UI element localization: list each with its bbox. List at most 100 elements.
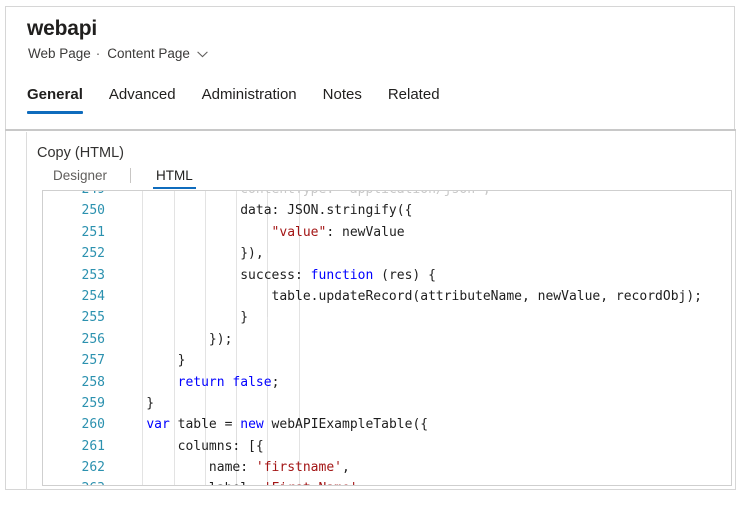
tab-administration[interactable]: Administration: [189, 86, 310, 114]
editor-tab-separator: [130, 168, 131, 183]
code-token: success:: [115, 268, 311, 283]
code-line[interactable]: 260 var table = new webAPIExampleTable({: [43, 414, 731, 435]
code-token: }: [115, 353, 185, 368]
tab-label: Advanced: [109, 86, 176, 103]
tab-label: Administration: [202, 86, 297, 103]
code-line-text: }: [115, 307, 248, 328]
code-token: [115, 417, 146, 432]
code-line-text: data: JSON.stringify({: [115, 200, 412, 221]
code-token: "value": [272, 225, 327, 240]
field-label-copy-html: Copy (HTML): [37, 145, 124, 161]
line-number: 260: [43, 414, 105, 435]
editor-tab-designer[interactable]: Designer: [50, 168, 110, 189]
tab-notes[interactable]: Notes: [310, 86, 375, 114]
code-line[interactable]: 258 return false;: [43, 372, 731, 393]
code-line-text: "value": newValue: [115, 222, 405, 243]
code-token: new: [240, 417, 263, 432]
editor-tab-html[interactable]: HTML: [153, 168, 196, 189]
code-token: [115, 225, 272, 240]
code-line[interactable]: 254 table.updateRecord(attributeName, ne…: [43, 286, 731, 307]
line-number: 259: [43, 393, 105, 414]
code-token: "application/json": [342, 190, 483, 197]
tab-label: Notes: [323, 86, 362, 103]
code-token: return: [178, 375, 225, 390]
tab-general[interactable]: General: [27, 86, 96, 114]
code-token: table.updateRecord(attributeName, newVal…: [115, 289, 702, 304]
code-line[interactable]: 257 }: [43, 350, 731, 371]
code-token: name:: [115, 460, 256, 475]
code-line-text: columns: [{: [115, 436, 264, 457]
line-number: 261: [43, 436, 105, 457]
tab-advanced[interactable]: Advanced: [96, 86, 189, 114]
editor-mode-tabs: Designer HTML: [50, 168, 196, 189]
code-line[interactable]: 249 contentType: "application/json",: [43, 190, 731, 200]
code-token: data: JSON.stringify({: [115, 203, 412, 218]
editor-tab-selected-indicator: [153, 187, 196, 189]
code-line[interactable]: 252 }),: [43, 243, 731, 264]
code-line[interactable]: 263 label: 'First Name',: [43, 478, 731, 486]
code-token: ;: [272, 375, 280, 390]
editor-tab-label: HTML: [156, 168, 193, 183]
tab-related[interactable]: Related: [375, 86, 453, 114]
code-line-text: name: 'firstname',: [115, 457, 350, 478]
code-token: ,: [342, 460, 350, 475]
record-type-label: Content Page: [107, 46, 190, 61]
record-subtitle: Web Page · Content Page: [28, 46, 208, 61]
code-line-text: label: 'First Name',: [115, 478, 365, 486]
code-line[interactable]: 250 data: JSON.stringify({: [43, 200, 731, 221]
code-line-text: success: function (res) {: [115, 265, 436, 286]
page-title: webapi: [27, 17, 97, 41]
code-token: 'firstname': [256, 460, 342, 475]
code-token: });: [115, 332, 232, 347]
line-number: 263: [43, 478, 105, 486]
chevron-down-icon: [197, 51, 208, 58]
subtitle-separator: ·: [96, 46, 101, 61]
code-line[interactable]: 259 }: [43, 393, 731, 414]
code-line[interactable]: 256 });: [43, 329, 731, 350]
code-line-text: var table = new webAPIExampleTable({: [115, 414, 428, 435]
main-tab-strip: General Advanced Administration Notes Relate…: [27, 86, 453, 114]
code-line-text: return false;: [115, 372, 279, 393]
line-number: 255: [43, 307, 105, 328]
line-number: 256: [43, 329, 105, 350]
code-token: function: [311, 268, 374, 283]
code-line[interactable]: 261 columns: [{: [43, 436, 731, 457]
line-number: 258: [43, 372, 105, 393]
record-type-selector[interactable]: Content Page: [107, 46, 208, 61]
line-number: 257: [43, 350, 105, 371]
code-line-text: contentType: "application/json",: [115, 190, 491, 200]
code-line[interactable]: 262 name: 'firstname',: [43, 457, 731, 478]
code-token: ,: [483, 190, 491, 197]
code-token: ,: [358, 481, 366, 486]
code-token: table =: [170, 417, 240, 432]
code-line[interactable]: 251 "value": newValue: [43, 222, 731, 243]
code-line-text: });: [115, 329, 232, 350]
code-line-text: }: [115, 393, 154, 414]
code-token: columns: [{: [115, 439, 264, 454]
code-token: }: [115, 396, 154, 411]
code-line-text: }: [115, 350, 185, 371]
code-line-text: table.updateRecord(attributeName, newVal…: [115, 286, 702, 307]
code-token: }),: [115, 246, 264, 261]
tab-selected-indicator: [27, 111, 83, 114]
line-number: 254: [43, 286, 105, 307]
code-line-text: }),: [115, 243, 264, 264]
code-line[interactable]: 253 success: function (res) {: [43, 265, 731, 286]
code-token: contentType:: [115, 190, 342, 197]
code-line[interactable]: 255 }: [43, 307, 731, 328]
tab-label: General: [27, 86, 83, 103]
line-number: 250: [43, 200, 105, 221]
line-number: 249: [43, 190, 105, 200]
html-code-editor[interactable]: 249 contentType: "application/json",250 …: [42, 190, 732, 486]
line-number: 262: [43, 457, 105, 478]
code-token: false: [232, 375, 271, 390]
editor-scroll-content: 249 contentType: "application/json",250 …: [43, 190, 731, 486]
code-token: var: [146, 417, 169, 432]
code-token: }: [115, 310, 248, 325]
tab-label: Related: [388, 86, 440, 103]
editor-tab-label: Designer: [53, 168, 107, 183]
code-token: webAPIExampleTable({: [264, 417, 428, 432]
line-number: 252: [43, 243, 105, 264]
code-token: label:: [115, 481, 264, 486]
record-entity-label: Web Page: [28, 46, 91, 61]
